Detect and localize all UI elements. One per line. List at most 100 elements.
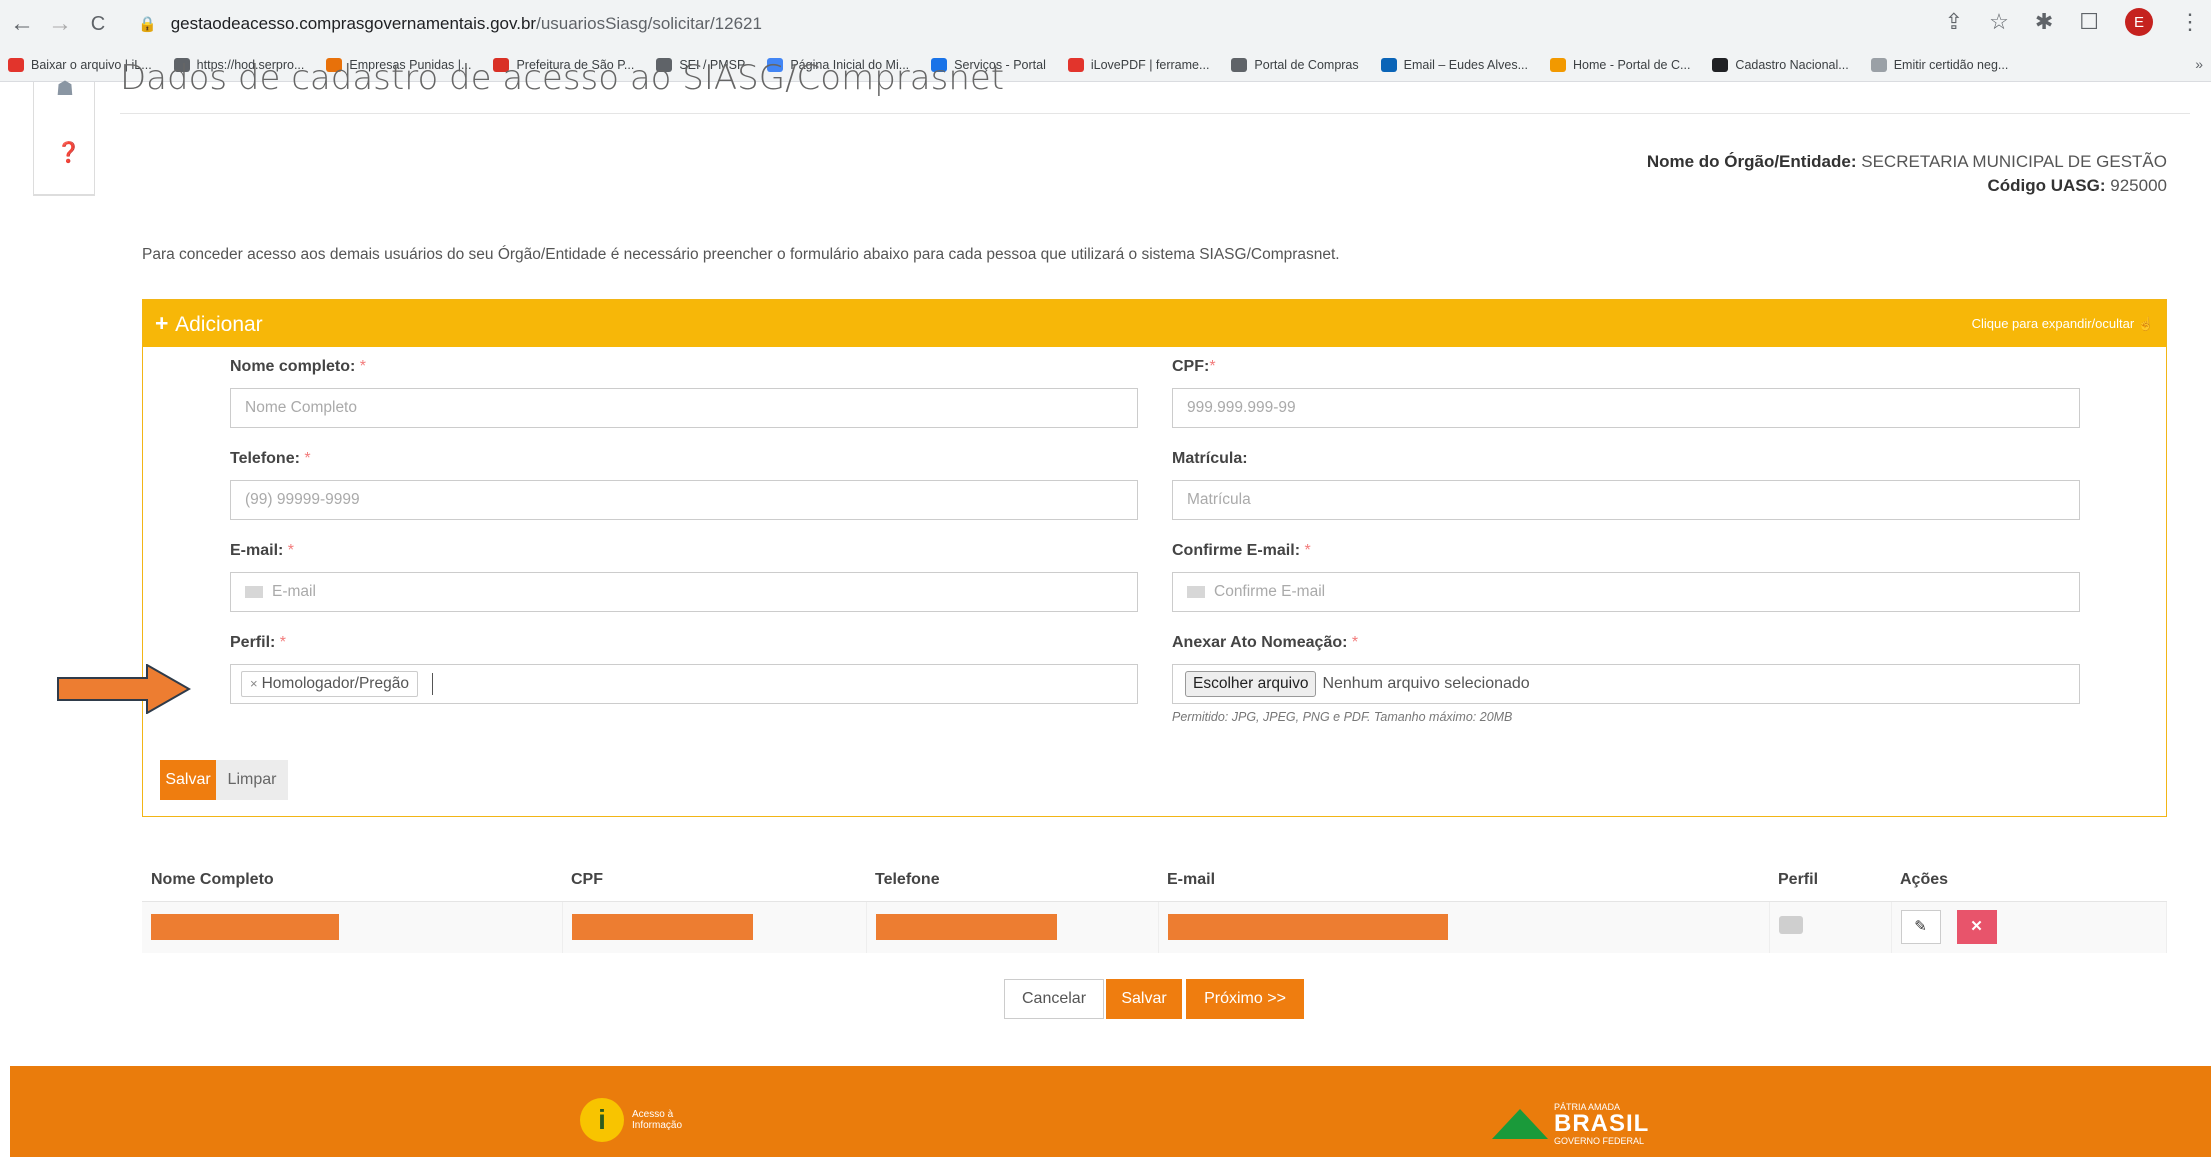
cell-cpf: [562, 901, 867, 953]
telefone-input[interactable]: (99) 99999-9999: [230, 480, 1138, 520]
user-icon[interactable]: ☗: [56, 76, 74, 101]
cpf-label: CPF:: [1172, 358, 1210, 375]
table-row: ✎ ✕: [142, 901, 2167, 953]
email-label: E-mail:: [230, 542, 284, 559]
perfil-select[interactable]: × Homologador/Pregão: [230, 664, 1138, 704]
bookmark-item[interactable]: iLovePDF | ferrame...: [1067, 57, 1209, 72]
table-header-row: Nome Completo CPF Telefone E-mail Perfil…: [142, 859, 2167, 902]
matricula-field: Matrícula: Matrícula: [1172, 450, 2080, 520]
panel-save-button[interactable]: Salvar: [160, 760, 216, 800]
footer: i Acesso à Informação PÁTRIA AMADA BRASIL G…: [10, 1066, 2211, 1157]
required-mark: *: [304, 450, 311, 467]
col-cpf: CPF: [562, 859, 866, 902]
cpf-input[interactable]: 999.999.999-99: [1172, 388, 2080, 428]
uasg-value: 925000: [2110, 176, 2167, 195]
help-icon[interactable]: ❓: [56, 140, 81, 165]
reload-icon[interactable]: C: [82, 13, 114, 36]
bookmark-star-icon[interactable]: ☆: [1989, 9, 2009, 35]
bookmark-label: Portal de Compras: [1254, 57, 1359, 72]
lock-icon[interactable]: 🔒: [138, 15, 157, 33]
next-button[interactable]: Próximo >>: [1186, 979, 1304, 1019]
required-mark: *: [279, 634, 287, 651]
pencil-icon: ✎: [1914, 918, 1927, 936]
bookmark-label: Home - Portal de C...: [1573, 57, 1691, 72]
address-bar[interactable]: gestaodeacesso.comprasgovernamentais.gov…: [171, 14, 762, 34]
annotation-arrow: [57, 664, 191, 714]
cpf-placeholder: 999.999.999-99: [1187, 399, 1296, 416]
url-host: gestaodeacesso.comprasgovernamentais.gov…: [170, 14, 537, 33]
more-bookmarks-icon[interactable]: »: [2195, 56, 2203, 72]
browser-toolbar: ← → C 🔒 gestaodeacesso.comprasgovernamen…: [0, 0, 2211, 48]
confirm-email-input[interactable]: Confirme E-mail: [1172, 572, 2080, 612]
window-icon[interactable]: ☐: [2079, 9, 2099, 35]
delete-button[interactable]: ✕: [1956, 910, 1997, 945]
acesso-informacao-logo[interactable]: i Acesso à Informação: [580, 1098, 682, 1142]
perfil-field: Perfil: * × Homologador/Pregão: [230, 634, 1138, 704]
matricula-input[interactable]: Matrícula: [1172, 480, 2080, 520]
intro-text: Para conceder acesso aos demais usuários…: [142, 246, 1340, 263]
bookmark-favicon-icon: [8, 57, 24, 72]
panel-header[interactable]: + Adicionar Clique para expandir/ocultar…: [143, 300, 2166, 347]
matricula-placeholder: Matrícula: [1187, 491, 1251, 508]
envelope-icon: [245, 586, 263, 598]
browser-actions: ⇪ ☆ ✱ ☐ E ⋮: [1945, 8, 2201, 36]
brasil-logo: PÁTRIA AMADA BRASIL GOVERNO FEDERAL: [1492, 1102, 1649, 1146]
extensions-icon[interactable]: ✱: [2035, 9, 2053, 35]
perfil-tag[interactable]: × Homologador/Pregão: [241, 671, 418, 697]
remove-tag-icon[interactable]: ×: [250, 676, 258, 691]
cell-nome: [142, 901, 563, 953]
close-icon: ✕: [1970, 918, 1983, 936]
nome-input[interactable]: Nome Completo: [230, 388, 1138, 428]
users-table: Nome Completo CPF Telefone E-mail Perfil…: [142, 859, 2167, 953]
email-input[interactable]: E-mail: [230, 572, 1138, 612]
flag-icon: [1492, 1109, 1548, 1139]
bookmark-favicon-icon: [1550, 57, 1567, 72]
nome-label: Nome completo:: [230, 358, 356, 375]
bookmark-item[interactable]: Cadastro Nacional...: [1712, 57, 1849, 72]
nome-placeholder: Nome Completo: [245, 399, 357, 416]
col-email: E-mail: [1158, 859, 1769, 902]
required-mark: *: [359, 358, 367, 375]
bookmark-item[interactable]: Portal de Compras: [1231, 57, 1359, 72]
email-placeholder: E-mail: [272, 583, 316, 600]
choose-file-button[interactable]: Escolher arquivo: [1185, 671, 1317, 697]
bookmark-item[interactable]: Emitir certidão neg...: [1870, 57, 2008, 72]
cell-perfil: [1769, 901, 1892, 953]
edit-button[interactable]: ✎: [1900, 910, 1941, 945]
comment-icon[interactable]: [1778, 915, 1803, 934]
bookmark-favicon-icon: [1712, 57, 1729, 72]
forward-icon[interactable]: →: [44, 10, 76, 38]
confirm-email-label: Confirme E-mail:: [1172, 542, 1301, 559]
cancel-button[interactable]: Cancelar: [1004, 979, 1104, 1019]
info-icon: i: [580, 1098, 624, 1142]
required-mark: *: [287, 542, 295, 559]
save-button[interactable]: Salvar: [1106, 979, 1182, 1019]
telefone-field: Telefone: * (99) 99999-9999: [230, 450, 1138, 520]
expand-toggle[interactable]: Clique para expandir/ocultar ☝: [1972, 316, 2154, 332]
page-title: Dados de cadastro de acesso ao SIASG/Com…: [120, 58, 1005, 98]
file-status: Nenhum arquivo selecionado: [1322, 675, 1530, 692]
file-input: Escolher arquivo Nenhum arquivo selecion…: [1172, 664, 2080, 704]
cpf-field: CPF:* 999.999.999-99: [1172, 358, 2080, 428]
menu-icon[interactable]: ⋮: [2179, 9, 2201, 35]
org-info: Nome do Órgão/Entidade: SECRETARIA MUNIC…: [1647, 150, 2167, 198]
required-mark: *: [1304, 542, 1311, 559]
cell-email: [1158, 901, 1770, 953]
required-mark: *: [1209, 358, 1216, 375]
col-nome: Nome Completo: [142, 859, 562, 902]
cell-telefone: [866, 901, 1159, 953]
redaction-box: [151, 914, 339, 941]
profile-avatar[interactable]: E: [2125, 8, 2153, 36]
share-icon[interactable]: ⇪: [1945, 9, 1963, 35]
brasil-main: BRASIL: [1554, 1110, 1650, 1137]
col-perfil: Perfil: [1769, 859, 1891, 902]
brasil-sub: GOVERNO FEDERAL: [1554, 1136, 1645, 1146]
back-icon[interactable]: ←: [6, 10, 38, 38]
redaction-box: [571, 914, 753, 941]
bookmark-item[interactable]: Email – Eudes Alves...: [1380, 57, 1528, 72]
bookmark-item[interactable]: Home - Portal de C...: [1550, 57, 1691, 72]
bookmark-favicon-icon: [1231, 57, 1248, 72]
bookmark-favicon-icon: [1870, 57, 1887, 72]
redaction-box: [875, 914, 1057, 941]
clear-button[interactable]: Limpar: [216, 760, 288, 800]
